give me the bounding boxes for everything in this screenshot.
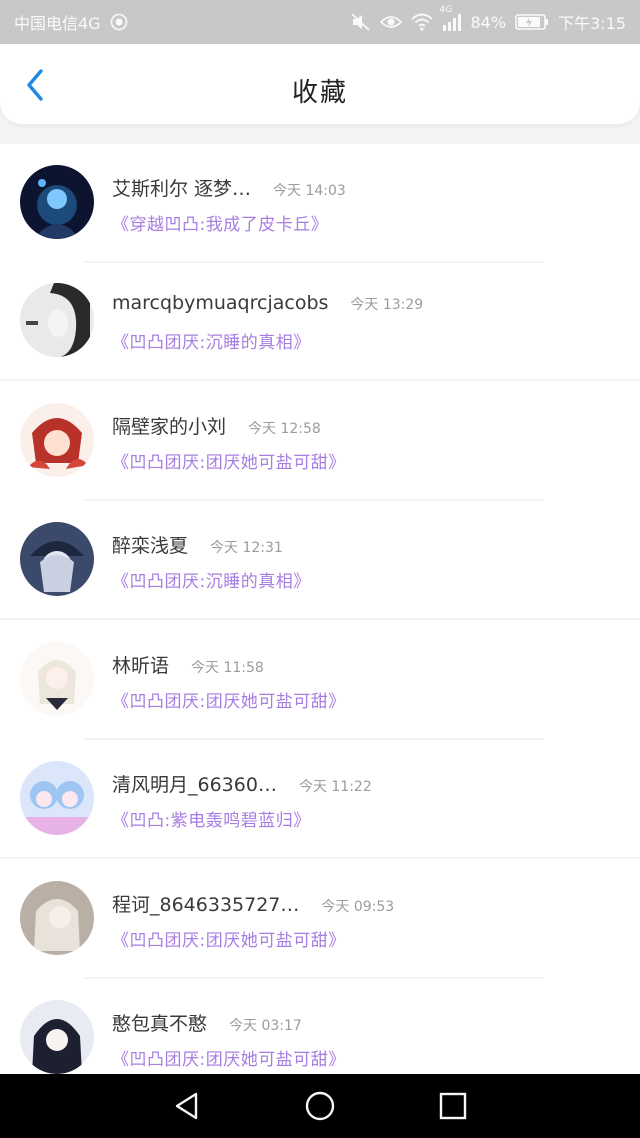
favorite-item[interactable]: marcqbymuaqrcjacobs 今天 13:29 《凹凸团厌:沉睡的真相… [0, 262, 640, 382]
story-title[interactable]: 《凹凸团厌:团厌她可盐可甜》 [112, 448, 346, 473]
avatar[interactable] [20, 522, 94, 596]
name-row: marcqbymuaqrcjacobs 今天 13:29 [112, 292, 423, 314]
network-badge: 4G [439, 5, 453, 15]
timestamp: 今天 03:17 [229, 1018, 302, 1034]
name-row: 憨包真不憨 今天 03:17 [112, 1009, 302, 1036]
favorite-item[interactable]: 清风明月_66360… 今天 11:22 《凹凸:紫电轰鸣碧蓝归》 [0, 740, 640, 860]
user-name: 醉栾浅夏 [112, 535, 189, 557]
story-title[interactable]: 《凹凸团厌:团厌她可盐可甜》 [112, 1045, 346, 1070]
header: 收藏 [0, 44, 640, 144]
timestamp: 今天 11:58 [191, 659, 264, 676]
carrier-label: 中国电信4G [14, 14, 101, 33]
square-recents-icon [440, 1092, 467, 1120]
name-row: 隔壁家的小刘 今天 12:58 [112, 412, 321, 439]
avatar[interactable] [20, 880, 94, 955]
wifi-icon [410, 13, 433, 31]
name-row: 醉栾浅夏 今天 12:31 [112, 531, 283, 558]
avatar[interactable] [20, 761, 94, 835]
timestamp: 今天 13:29 [350, 297, 424, 313]
favorite-item[interactable]: 艾斯利尔 逐梦… 今天 14:03 《穿越凹凸:我成了皮卡丘》 [0, 144, 640, 263]
story-title[interactable]: 《凹凸团厌:团厌她可盐可甜》 [112, 687, 346, 712]
clock: 下午3:15 [558, 14, 626, 33]
name-row: 艾斯利尔 逐梦… 今天 14:03 [112, 174, 346, 201]
timestamp: 今天 12:31 [210, 540, 283, 556]
story-title[interactable]: 《凹凸团厌:团厌她可盐可甜》 [112, 926, 346, 951]
avatar[interactable] [20, 283, 94, 357]
name-row: 清风明月_66360… 今天 11:22 [112, 770, 372, 797]
navigation-bar [0, 1074, 640, 1138]
avatar[interactable] [20, 641, 94, 716]
avatar[interactable] [20, 402, 94, 477]
favorite-item[interactable]: 隔壁家的小刘 今天 12:58 《凹凸团厌:团厌她可盐可甜》 [0, 382, 640, 502]
status-bar: 中国电信4G 4G 84% 下午3:15 [0, 0, 640, 44]
user-name: 程诃_8646335727… [112, 893, 300, 916]
page-title: 收藏 [291, 78, 348, 108]
timestamp: 今天 14:03 [273, 183, 346, 199]
timestamp: 今天 09:53 [321, 898, 395, 915]
header-card: 收藏 [0, 44, 640, 124]
user-name: 林昕语 [112, 654, 170, 677]
avatar[interactable] [20, 165, 94, 239]
avatar[interactable] [20, 1000, 94, 1074]
user-name: 憨包真不憨 [112, 1013, 208, 1035]
story-title[interactable]: 《凹凸团厌:沉睡的真相》 [112, 567, 311, 592]
battery-icon [515, 14, 549, 30]
favorite-item[interactable]: 林昕语 今天 11:58 《凹凸团厌:团厌她可盐可甜》 [0, 621, 640, 741]
story-title[interactable]: 《凹凸:紫电轰鸣碧蓝归》 [112, 806, 311, 831]
user-name: marcqbymuaqrcjacobs [112, 292, 329, 314]
nav-recents-button[interactable] [423, 1076, 483, 1136]
story-title[interactable]: 《凹凸团厌:沉睡的真相》 [112, 328, 311, 353]
timestamp: 今天 11:22 [298, 779, 372, 795]
mute-icon [350, 13, 371, 31]
triangle-back-icon [175, 1092, 197, 1120]
signal-icon: 4G [440, 5, 462, 31]
favorite-item[interactable]: 程诃_8646335727… 今天 09:53 《凹凸团厌:团厌她可盐可甜》 [0, 860, 640, 980]
battery-percent: 84% [470, 12, 507, 32]
nav-home-button[interactable] [290, 1076, 350, 1136]
name-row: 林昕语 今天 11:58 [112, 651, 264, 678]
eye-icon [379, 14, 402, 30]
user-name: 隔壁家的小刘 [112, 415, 227, 438]
user-name: 清风明月_66360… [112, 774, 277, 796]
timestamp: 今天 12:58 [248, 420, 321, 437]
name-row: 程诃_8646335727… 今天 09:53 [112, 890, 394, 917]
favorites-list: 艾斯利尔 逐梦… 今天 14:03 《穿越凹凸:我成了皮卡丘》 marcqbym… [0, 144, 640, 1099]
nav-back-button[interactable] [157, 1076, 217, 1136]
sync-icon [110, 13, 128, 31]
user-name: 艾斯利尔 逐梦… [112, 178, 252, 200]
favorite-item[interactable]: 醉栾浅夏 今天 12:31 《凹凸团厌:沉睡的真相》 [0, 501, 640, 621]
circle-home-icon [305, 1091, 335, 1121]
story-title[interactable]: 《穿越凹凸:我成了皮卡丘》 [112, 210, 328, 235]
